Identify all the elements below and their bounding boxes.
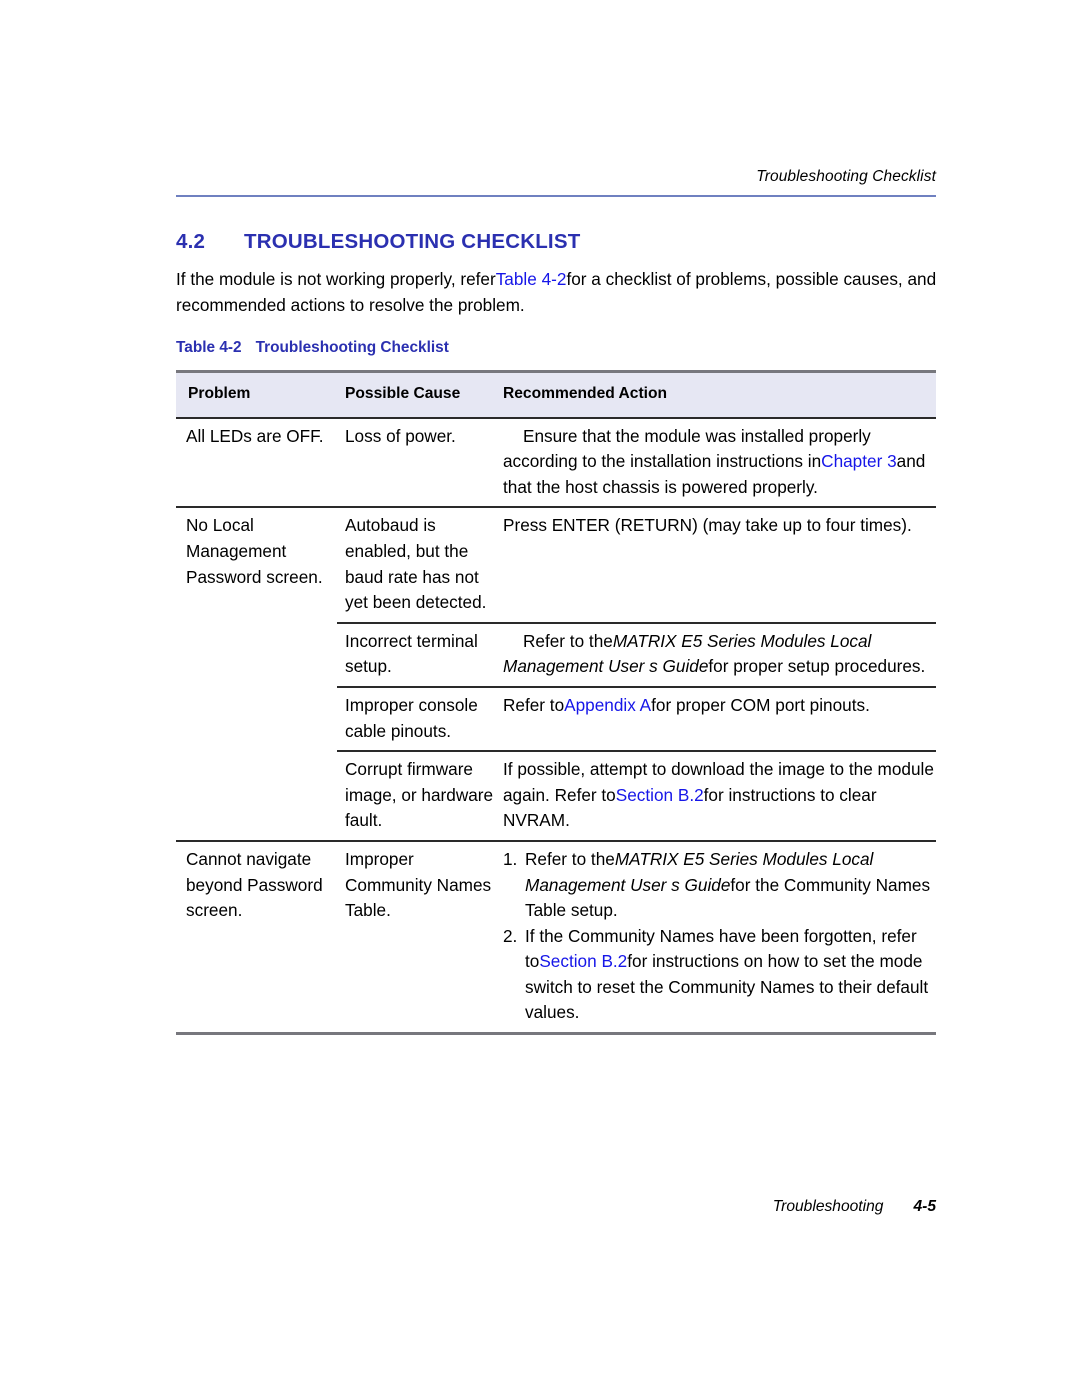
table-row: No Local Management Password screen. Aut… (176, 508, 936, 621)
link-section-b2[interactable]: Section B.2 (539, 951, 627, 971)
link-chapter-3[interactable]: Chapter 3 (821, 451, 896, 471)
cell-recommended-action: If possible, attempt to download the ima… (495, 757, 936, 834)
document-page: Troubleshooting Checklist 4.2 TROUBLESHOO… (0, 0, 1080, 1397)
numbered-list: 1. Refer to theMATRIX E5 Series Modules … (503, 847, 936, 1026)
table-row: Incorrect terminal setup. Refer to theMA… (176, 624, 936, 686)
list-item: 1. Refer to theMATRIX E5 Series Modules … (503, 847, 936, 924)
list-item-text: If the Community Names have been forgott… (525, 924, 936, 1026)
cell-possible-cause: Loss of power. (345, 425, 456, 446)
footer-page-number: 4-5 (913, 1198, 936, 1215)
table-row: Corrupt firmware image, or hardware faul… (176, 752, 936, 840)
section-title: TROUBLESHOOTING CHECKLIST (244, 230, 581, 253)
link-table-4-2[interactable]: Table 4-2 (496, 269, 567, 289)
cell-recommended-action: Refer to theMATRIX E5 Series Modules Loc… (495, 629, 936, 680)
cell-possible-cause: Corrupt firmware image, or hardware faul… (345, 759, 494, 831)
cell-recommended-action: 1. Refer to theMATRIX E5 Series Modules … (495, 847, 936, 1026)
list-item-number: 2. (503, 925, 518, 946)
page-footer: Troubleshooting 4-5 (176, 1198, 936, 1216)
action-text-after: for proper COM port pinouts. (651, 694, 870, 715)
cell-problem (176, 757, 337, 834)
cell-problem: All LEDs are OFF. (186, 425, 324, 446)
column-header-possible-cause: Possible Cause (345, 385, 461, 402)
list-text-before: Refer to the (525, 848, 615, 869)
troubleshooting-table: Problem Possible Cause Recommended Actio… (176, 370, 936, 1036)
action-text-after: for proper setup procedures. (708, 656, 926, 677)
cell-problem (176, 693, 337, 744)
table-row: Improper console cable pinouts. Refer to… (176, 688, 936, 750)
table-caption: Table 4-2 Troubleshooting Checklist (176, 339, 449, 357)
running-head-rule (176, 195, 936, 197)
cell-possible-cause: Improper Community Names Table. (345, 848, 492, 921)
cell-problem: No Local Management Password screen. (186, 515, 323, 587)
table-row: All LEDs are OFF. Loss of power. Ensure … (176, 419, 936, 507)
action-text-before: Ensure that the module was installed pro… (503, 425, 871, 472)
cell-possible-cause: Autobaud is enabled, but the baud rate h… (345, 515, 487, 613)
table-bottom-rule (176, 1032, 936, 1036)
cell-recommended-action: Press ENTER (RETURN) (may take up to fou… (503, 515, 912, 536)
column-header-recommended-action: Recommended Action (503, 385, 668, 402)
cell-possible-cause: Improper console cable pinouts. (345, 694, 478, 741)
list-item: 2. If the Community Names have been forg… (503, 924, 936, 1026)
list-item-number: 1. (503, 848, 518, 869)
column-header-problem: Problem (188, 385, 251, 402)
link-section-b2[interactable]: Section B.2 (616, 785, 704, 805)
list-item-text: Refer to theMATRIX E5 Series Modules Loc… (525, 847, 936, 924)
intro-text-before: If the module is not working properly, r… (176, 269, 496, 289)
footer-chapter-name: Troubleshooting (772, 1198, 884, 1215)
link-appendix-a[interactable]: Appendix A (564, 695, 651, 715)
cell-possible-cause: Incorrect terminal setup. (345, 630, 478, 677)
cell-recommended-action: Refer toAppendix Afor proper COM port pi… (495, 693, 936, 744)
cell-recommended-action: Ensure that the module was installed pro… (495, 424, 936, 501)
action-text-before: Refer to the (523, 630, 613, 651)
section-number: 4.2 (176, 230, 206, 253)
cell-problem: Cannot navigate beyond Password screen. (186, 848, 323, 921)
cell-problem (176, 629, 337, 680)
page-title: 4.2 TROUBLESHOOTING CHECKLIST (176, 230, 580, 254)
running-head: Troubleshooting Checklist (756, 168, 936, 185)
table-row: Cannot navigate beyond Password screen. … (176, 842, 936, 1032)
table-caption-number: Table 4-2 (176, 339, 242, 356)
intro-paragraph: If the module is not working properly, r… (176, 266, 942, 318)
action-text-before: Refer to (503, 694, 565, 715)
table-header-row: Problem Possible Cause Recommended Actio… (176, 373, 936, 417)
table-caption-title: Troubleshooting Checklist (255, 339, 449, 356)
